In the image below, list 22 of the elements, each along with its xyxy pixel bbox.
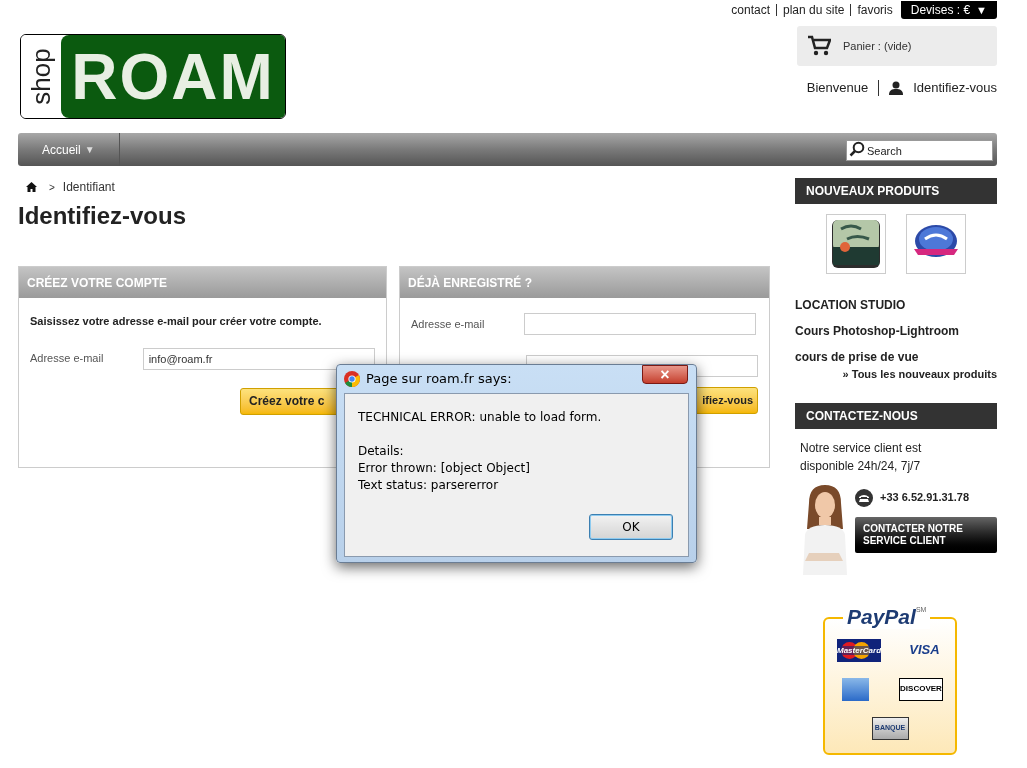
logo-text: ROAM [71, 44, 275, 109]
panel-header: DÉJÀ ENREGISTRÉ ? [400, 267, 769, 298]
phone-number: +33 6.52.91.31.78 [880, 490, 969, 506]
dialog-message: Error thrown: [object Object] [358, 460, 531, 477]
dialog-message: Details: [358, 443, 405, 460]
field-label: Adresse e-mail [30, 351, 105, 367]
breadcrumb-current: Identifiant [62, 179, 115, 196]
dialog-message: Text status: parsererror [358, 477, 500, 494]
page-title: Identifiez-vous [18, 201, 187, 231]
card-logo: DISCOVER [899, 677, 943, 701]
card-logo: VISA [908, 641, 941, 660]
field-label: Adresse e-mail [411, 316, 486, 332]
breadcrumb-separator: > [49, 180, 55, 195]
dialog-title: Page sur roam.fr says: [366, 370, 512, 389]
contact-text: Notre service client est disponible 24h/24, 7j/7 [799, 439, 923, 475]
sidebar-header: CONTACTEZ-NOUS [795, 402, 997, 429]
panel-header: CRÉEZ VOTRE COMPTE [19, 267, 386, 298]
panel-intro: Saisissez votre adresse e-mail pour créer votre compte. [30, 314, 323, 329]
paypal-logo: PayPal [847, 604, 916, 629]
logo-text: shop [24, 48, 57, 105]
welcome-text: Bienvenue [806, 79, 869, 97]
sidebar-header: NOUVEAUX PRODUITS [795, 178, 997, 204]
